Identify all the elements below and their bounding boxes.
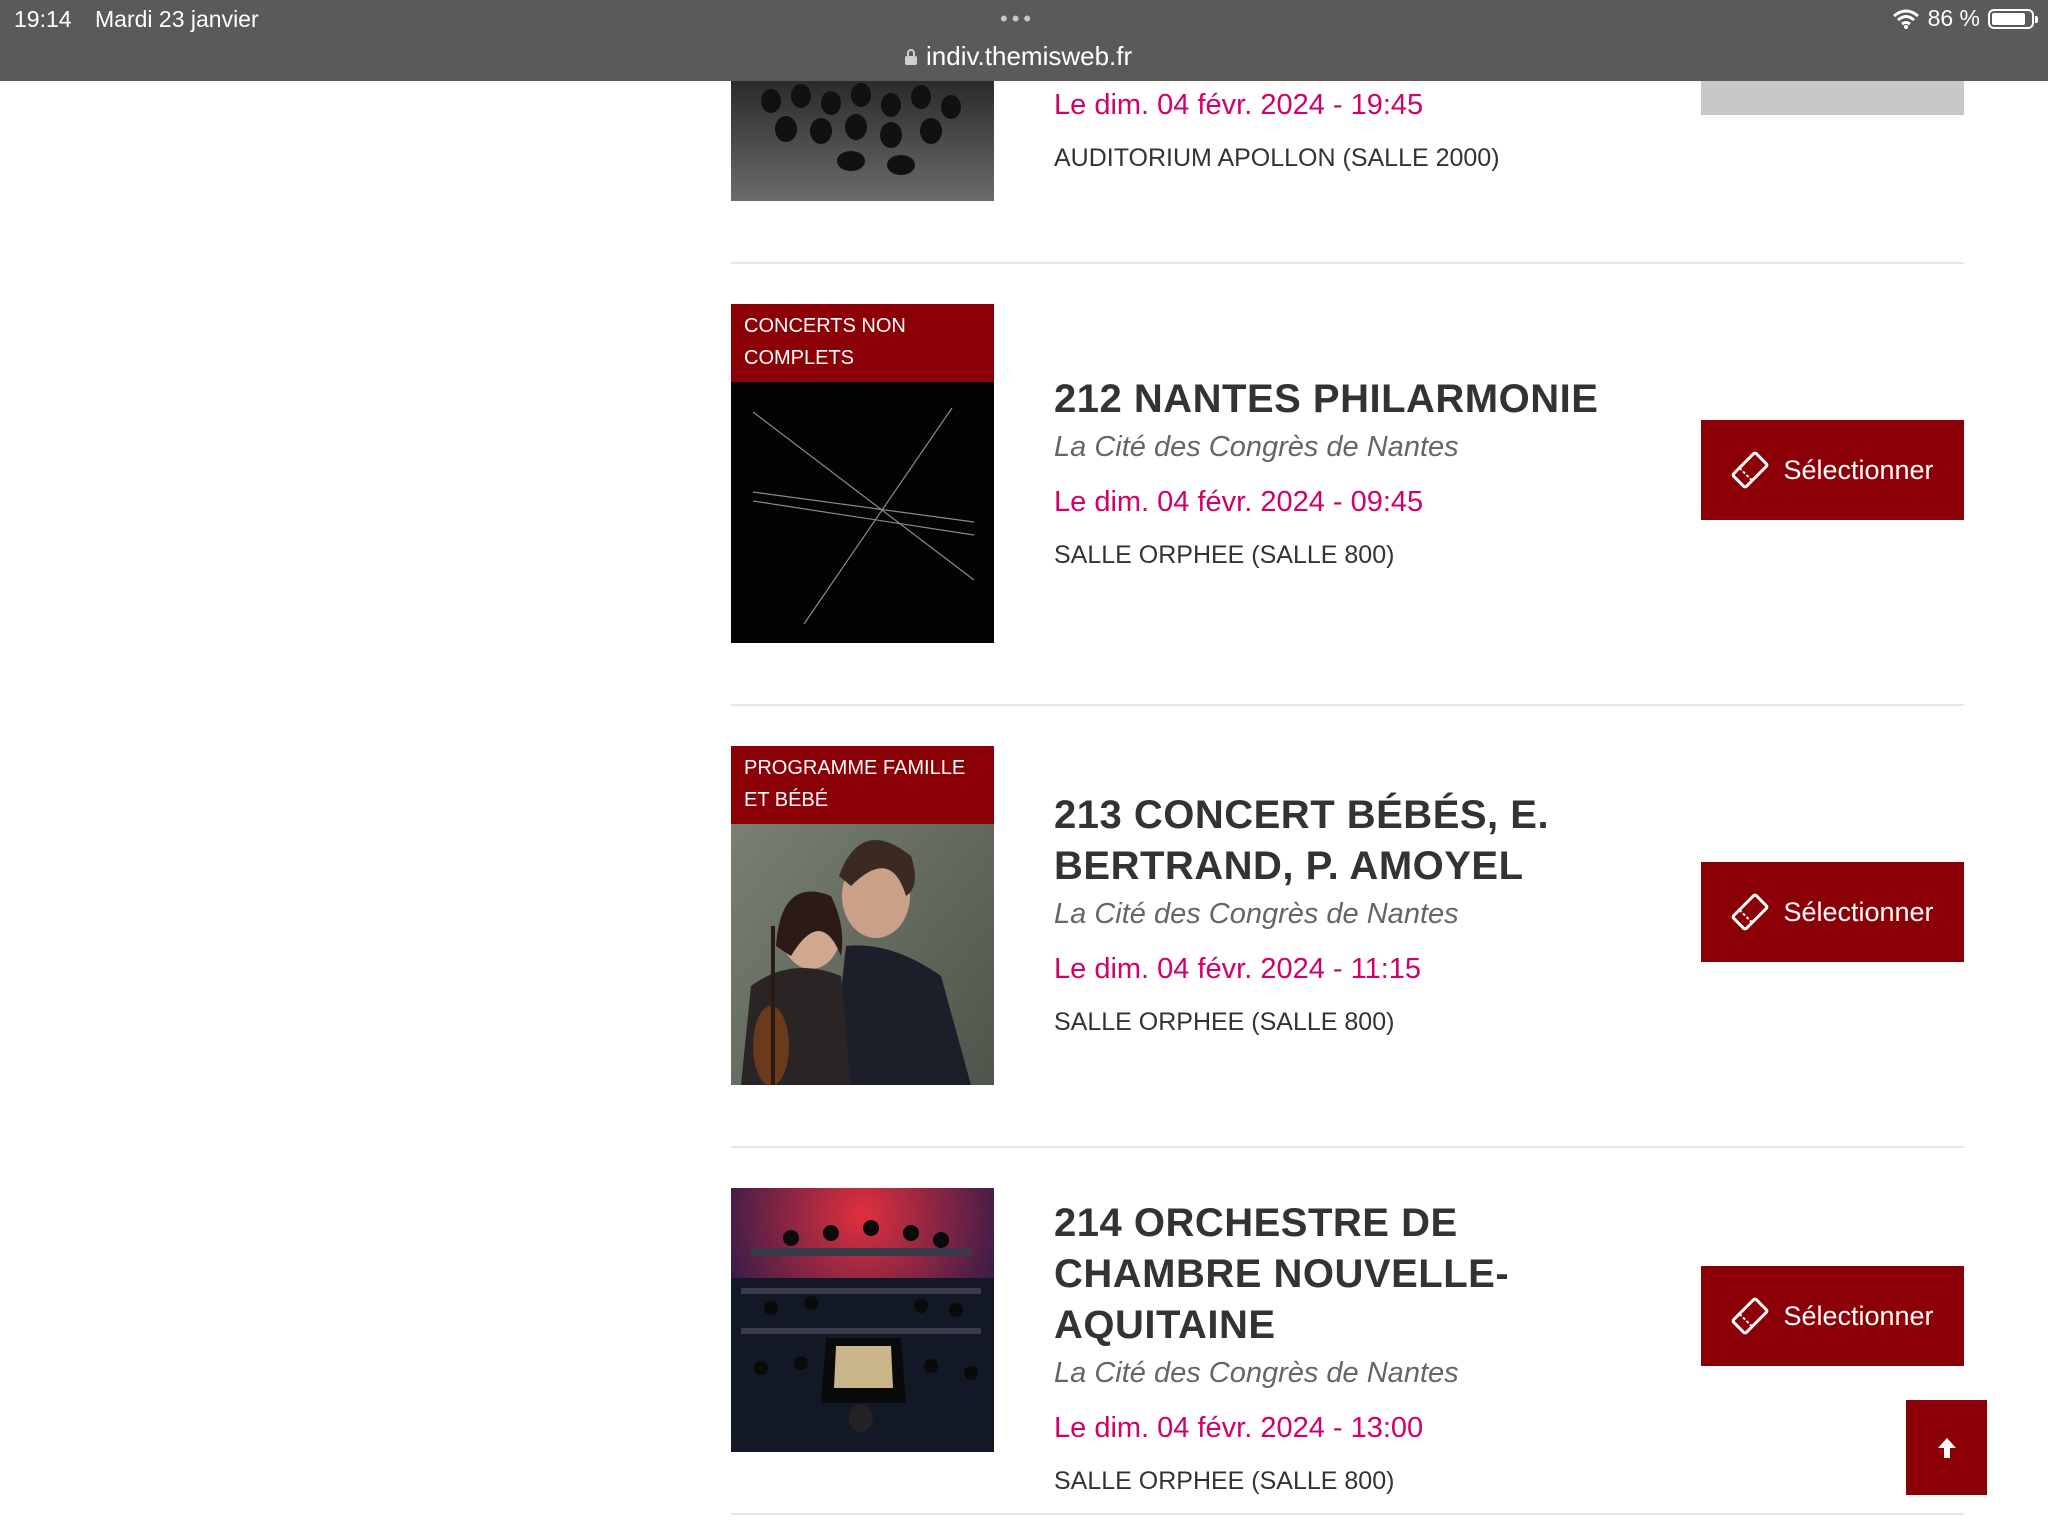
event-venue: La Cité des Congrès de Nantes [1054,898,1459,930]
event-hall: SALLE ORPHEE (SALLE 800) [1054,541,1395,569]
event-image: CONCERTS NON COMPLETS [731,304,994,643]
event-hall: SALLE ORPHEE (SALLE 800) [1054,1467,1395,1495]
scroll-to-top-button[interactable] [1906,1400,1987,1495]
address-bar[interactable]: indiv.themisweb.fr [904,41,1132,72]
battery-percent: 86 % [1927,5,1980,31]
event-image [731,1188,994,1452]
divider [731,262,1964,264]
wifi-icon [1892,9,1919,29]
lock-icon [905,48,917,65]
event-info: Le dim. 04 févr. 2024 - 19:45 AUDITORIUM… [1054,89,1644,173]
event-title[interactable]: 212 NANTES PHILARMONIE [1054,374,1644,425]
browser-top-bar: 19:14 Mardi 23 janvier ••• indiv.themisw… [0,0,2048,81]
battery-icon [1988,8,2038,29]
event-date: Le dim. 04 févr. 2024 - 11:15 [1054,953,1422,985]
category-badge: CONCERTS NON COMPLETS [731,304,994,382]
event-date: Le dim. 04 févr. 2024 - 09:45 [1054,486,1424,518]
category-badge: PROGRAMME FAMILLE ET BÉBÉ [731,746,994,824]
divider [731,704,1964,706]
event-image [731,81,994,201]
event-hall: AUDITORIUM APOLLON (SALLE 2000) [1054,144,1500,172]
event-venue: La Cité des Congrès de Nantes [1054,431,1459,463]
arrow-up-icon [1937,1437,1956,1458]
select-button-label: Sélectionner [1783,896,1934,927]
select-button-label: Sélectionner [1783,1300,1934,1331]
ticket-icon [1732,893,1769,931]
tab-menu-dots[interactable]: ••• [1000,8,1035,30]
event-image: PROGRAMME FAMILLE ET BÉBÉ [731,746,994,1085]
event-title[interactable]: 213 CONCERT BÉBÉS, E. BERTRAND, P. AMOYE… [1054,790,1644,892]
select-button-label: Sélectionner [1783,454,1934,485]
orchestra-photo [731,1188,994,1452]
status-time: 19:14 [14,6,72,32]
event-date: Le dim. 04 févr. 2024 - 13:00 [1054,1412,1424,1444]
event-info: 214 ORCHESTRE DE CHAMBRE NOUVELLE-AQUITA… [1054,1198,1644,1496]
event-hall: SALLE ORPHEE (SALLE 800) [1054,1008,1395,1036]
status-date: Mardi 23 janvier [95,6,259,32]
event-venue: La Cité des Congrès de Nantes [1054,1357,1459,1389]
choir-photo [731,81,994,201]
divider [731,1146,1964,1148]
divider [731,1513,1964,1515]
event-date: Le dim. 04 févr. 2024 - 19:45 [1054,89,1424,121]
event-info: 213 CONCERT BÉBÉS, E. BERTRAND, P. AMOYE… [1054,790,1644,1037]
url-text: indiv.themisweb.fr [926,41,1133,71]
event-title[interactable]: 214 ORCHESTRE DE CHAMBRE NOUVELLE-AQUITA… [1054,1198,1644,1351]
ticket-icon [1732,1297,1769,1335]
select-button[interactable]: Sélectionner [1701,420,1964,520]
select-button-disabled[interactable] [1701,81,1964,115]
ticket-icon [1732,451,1769,489]
select-button[interactable]: Sélectionner [1701,862,1964,962]
status-indicators: 86 % [1892,5,2038,32]
battery-fill [1992,12,2025,25]
event-info: 212 NANTES PHILARMONIE La Cité des Congr… [1054,374,1644,570]
select-button[interactable]: Sélectionner [1701,1266,1964,1366]
